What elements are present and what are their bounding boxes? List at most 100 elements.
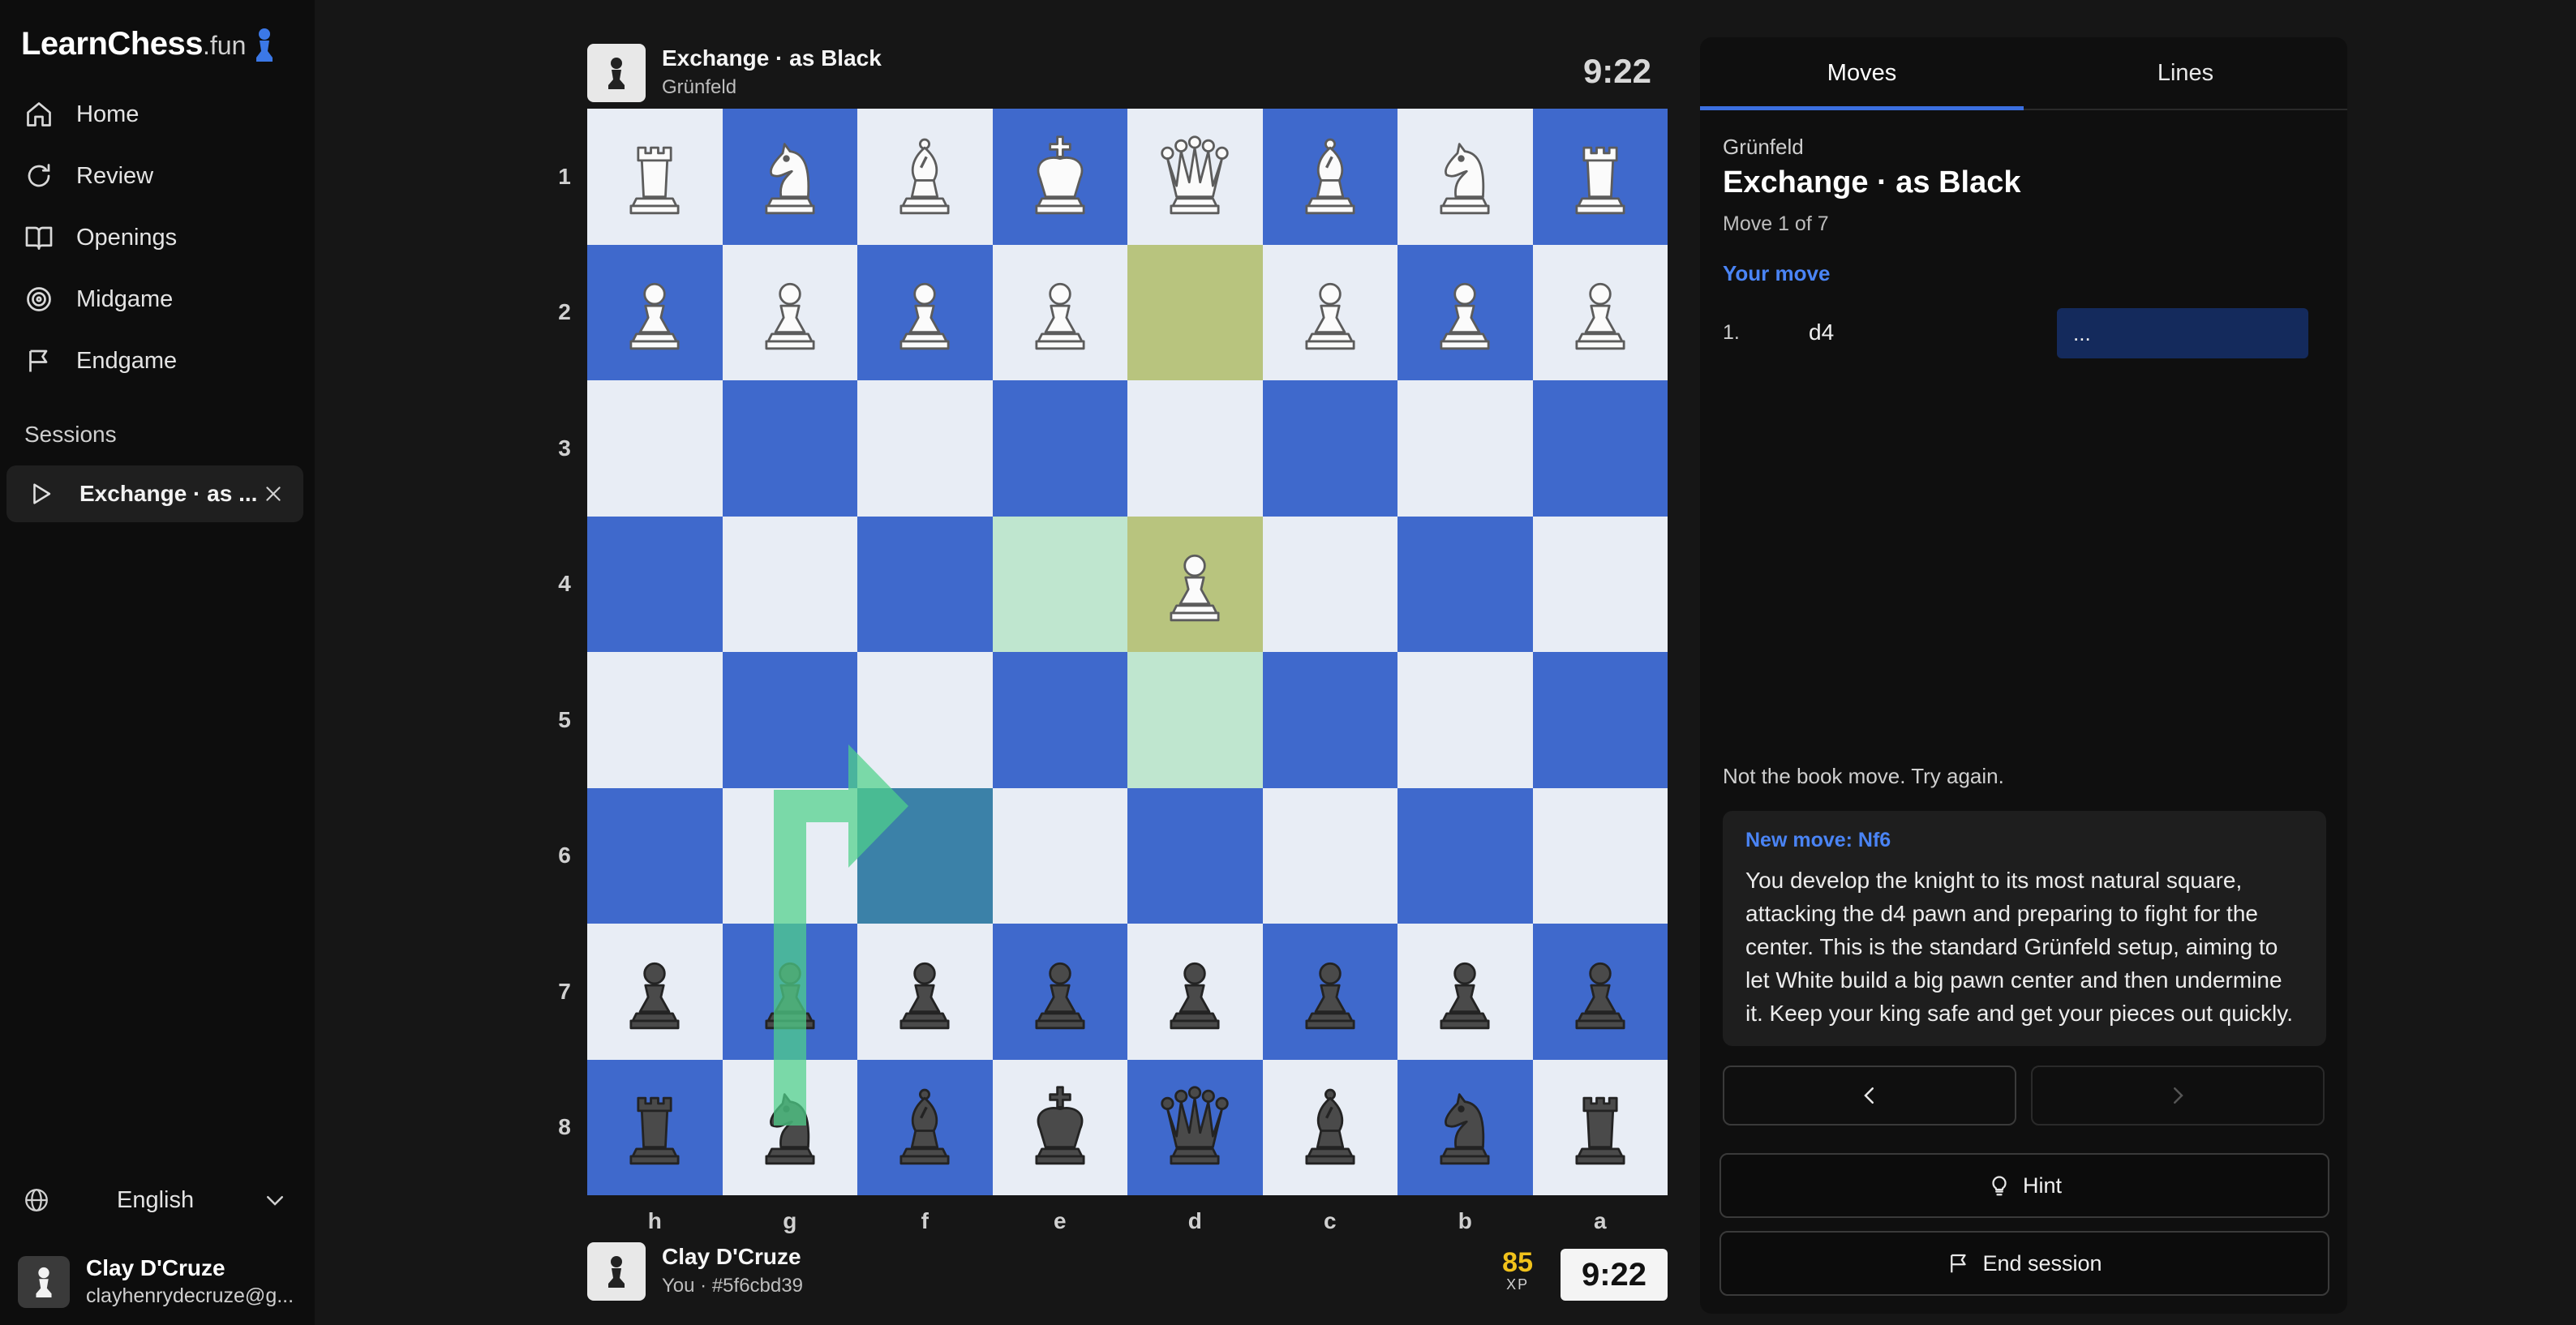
end-session-button[interactable]: End session — [1719, 1231, 2329, 1296]
black-move-slot[interactable]: ... — [2057, 308, 2308, 358]
square-e6[interactable] — [992, 787, 1127, 924]
user-profile[interactable]: Clay D'Cruze clayhenrydecruze@g... — [18, 1255, 294, 1308]
black-knight-icon[interactable] — [1419, 1082, 1510, 1173]
nav-review[interactable]: Review — [24, 152, 153, 200]
prev-move-button[interactable] — [1723, 1066, 2016, 1126]
black-king-icon[interactable] — [1015, 1082, 1106, 1173]
square-c6[interactable] — [1262, 787, 1397, 924]
square-e1[interactable] — [992, 109, 1127, 245]
square-h4[interactable] — [587, 516, 723, 652]
white-rook-icon[interactable] — [609, 131, 700, 222]
white-pawn-icon[interactable] — [1015, 267, 1106, 358]
square-c8[interactable] — [1262, 1059, 1397, 1195]
square-d3[interactable] — [1127, 380, 1263, 517]
square-a5[interactable] — [1532, 652, 1668, 788]
white-king-icon[interactable] — [1015, 131, 1106, 222]
square-a3[interactable] — [1532, 380, 1668, 517]
white-pawn-icon[interactable] — [1555, 267, 1646, 358]
black-rook-icon[interactable] — [609, 1082, 700, 1173]
square-b5[interactable] — [1397, 652, 1533, 788]
square-f5[interactable] — [857, 652, 993, 788]
square-d1[interactable] — [1127, 109, 1263, 245]
square-a2[interactable] — [1532, 244, 1668, 380]
square-c3[interactable] — [1262, 380, 1397, 517]
black-pawn-icon[interactable] — [1419, 946, 1510, 1037]
square-g3[interactable] — [722, 380, 857, 517]
square-b2[interactable] — [1397, 244, 1533, 380]
white-queen-icon[interactable] — [1149, 131, 1240, 222]
white-bishop-icon[interactable] — [879, 131, 970, 222]
square-f4[interactable] — [857, 516, 993, 652]
square-h6[interactable] — [587, 787, 723, 924]
square-g8[interactable] — [722, 1059, 857, 1195]
session-item[interactable]: Exchange · as ... — [6, 465, 303, 522]
square-b6[interactable] — [1397, 787, 1533, 924]
white-pawn-icon[interactable] — [879, 267, 970, 358]
square-c2[interactable] — [1262, 244, 1397, 380]
black-pawn-icon[interactable] — [609, 946, 700, 1037]
square-e5[interactable] — [992, 652, 1127, 788]
square-f8[interactable] — [857, 1059, 993, 1195]
square-a7[interactable] — [1532, 924, 1668, 1060]
square-d2[interactable] — [1127, 244, 1263, 380]
square-f6[interactable] — [857, 787, 993, 924]
chess-board[interactable] — [587, 109, 1668, 1195]
square-h5[interactable] — [587, 652, 723, 788]
close-icon[interactable] — [263, 483, 284, 504]
nav-midgame[interactable]: Midgame — [24, 275, 173, 324]
square-b1[interactable] — [1397, 109, 1533, 245]
square-b8[interactable] — [1397, 1059, 1533, 1195]
square-c5[interactable] — [1262, 652, 1397, 788]
square-d7[interactable] — [1127, 924, 1263, 1060]
square-f3[interactable] — [857, 380, 993, 517]
square-b4[interactable] — [1397, 516, 1533, 652]
black-pawn-icon[interactable] — [1015, 946, 1106, 1037]
square-e3[interactable] — [992, 380, 1127, 517]
square-g7[interactable] — [722, 924, 857, 1060]
square-a6[interactable] — [1532, 787, 1668, 924]
black-knight-icon[interactable] — [745, 1082, 835, 1173]
white-pawn-icon[interactable] — [1419, 267, 1510, 358]
black-pawn-icon[interactable] — [1555, 946, 1646, 1037]
white-pawn-icon[interactable] — [609, 267, 700, 358]
black-pawn-icon[interactable] — [745, 946, 835, 1037]
square-f7[interactable] — [857, 924, 993, 1060]
square-e7[interactable] — [992, 924, 1127, 1060]
square-g5[interactable] — [722, 652, 857, 788]
square-h1[interactable] — [587, 109, 723, 245]
black-pawn-icon[interactable] — [1149, 946, 1240, 1037]
tab-lines[interactable]: Lines — [2024, 37, 2347, 109]
white-knight-icon[interactable] — [1419, 131, 1510, 222]
black-rook-icon[interactable] — [1555, 1082, 1646, 1173]
square-e2[interactable] — [992, 244, 1127, 380]
square-e4[interactable] — [992, 516, 1127, 652]
language-select[interactable]: English — [23, 1181, 287, 1220]
white-knight-icon[interactable] — [745, 131, 835, 222]
square-a4[interactable] — [1532, 516, 1668, 652]
white-rook-icon[interactable] — [1555, 131, 1646, 222]
square-h3[interactable] — [587, 380, 723, 517]
black-bishop-icon[interactable] — [879, 1082, 970, 1173]
square-c4[interactable] — [1262, 516, 1397, 652]
square-h8[interactable] — [587, 1059, 723, 1195]
black-pawn-icon[interactable] — [1285, 946, 1376, 1037]
square-c7[interactable] — [1262, 924, 1397, 1060]
square-e8[interactable] — [992, 1059, 1127, 1195]
black-pawn-icon[interactable] — [879, 946, 970, 1037]
next-move-button[interactable] — [2031, 1066, 2325, 1126]
square-g4[interactable] — [722, 516, 857, 652]
square-f1[interactable] — [857, 109, 993, 245]
square-a8[interactable] — [1532, 1059, 1668, 1195]
nav-openings[interactable]: Openings — [24, 213, 177, 262]
square-h2[interactable] — [587, 244, 723, 380]
white-move[interactable]: d4 — [1809, 319, 1834, 345]
white-pawn-icon[interactable] — [745, 267, 835, 358]
black-queen-icon[interactable] — [1149, 1082, 1240, 1173]
square-d4[interactable] — [1127, 516, 1263, 652]
tab-moves[interactable]: Moves — [1700, 37, 2024, 110]
square-b7[interactable] — [1397, 924, 1533, 1060]
square-f2[interactable] — [857, 244, 993, 380]
square-c1[interactable] — [1262, 109, 1397, 245]
black-bishop-icon[interactable] — [1285, 1082, 1376, 1173]
square-d5[interactable] — [1127, 652, 1263, 788]
